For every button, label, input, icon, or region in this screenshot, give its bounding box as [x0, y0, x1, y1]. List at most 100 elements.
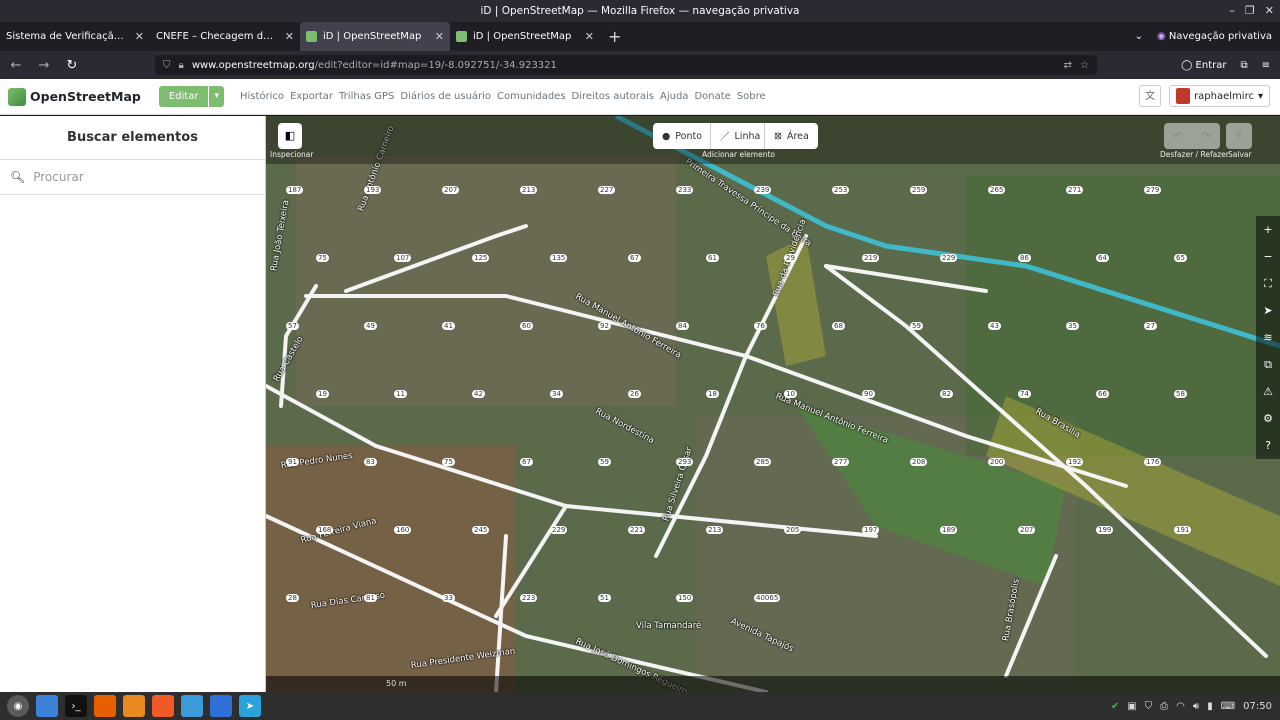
- signin-button[interactable]: ◯ Entrar: [1181, 60, 1226, 71]
- tab-list-chevron-icon[interactable]: ⌄: [1135, 31, 1143, 42]
- osm-nav-link[interactable]: Direitos autorais: [572, 91, 654, 102]
- osm-nav-link[interactable]: Ajuda: [660, 91, 688, 102]
- mint-menu-icon[interactable]: ◉: [7, 695, 29, 717]
- preferences-icon[interactable]: ⚙: [1256, 405, 1280, 432]
- tab-id-osm[interactable]: iD | OpenStreetMap ✕: [450, 22, 600, 51]
- house-number-label: 92: [598, 322, 611, 330]
- search-field[interactable]: 🔍︎ Procurar: [0, 159, 266, 195]
- osm-nav-link[interactable]: Comunidades: [497, 91, 565, 102]
- brave-icon[interactable]: [152, 695, 174, 717]
- minimize-icon[interactable]: –: [1229, 0, 1235, 22]
- folder-icon[interactable]: [181, 695, 203, 717]
- house-number-label: 223: [520, 594, 538, 602]
- shield-icon[interactable]: ⛉: [163, 60, 171, 71]
- new-tab-icon[interactable]: +: [608, 27, 621, 46]
- osm-nav-link[interactable]: Exportar: [290, 91, 333, 102]
- private-mask-icon: ◉: [1156, 31, 1166, 42]
- close-tab-icon[interactable]: ✕: [285, 30, 294, 43]
- back-icon[interactable]: ←: [4, 58, 28, 73]
- close-tab-icon[interactable]: ✕: [435, 30, 444, 43]
- house-number-label: 150: [676, 594, 694, 602]
- edit-dropdown-chevron-icon[interactable]: ▾: [208, 86, 224, 107]
- osm-logo[interactable]: OpenStreetMap: [8, 87, 141, 106]
- house-number-label: 265: [988, 186, 1006, 194]
- house-number-label: 84: [676, 322, 689, 330]
- line-icon: ／: [720, 132, 730, 143]
- inspect-toggle-button[interactable]: ◧: [278, 123, 302, 149]
- wifi-icon[interactable]: ◠: [1176, 701, 1185, 712]
- volume-icon[interactable]: 🔊︎: [1193, 701, 1199, 712]
- update-check-icon[interactable]: ✔: [1111, 701, 1119, 712]
- printer-icon[interactable]: ⎙: [1160, 701, 1168, 712]
- zoom-out-icon[interactable]: −: [1256, 243, 1280, 270]
- street-label: Vila Tamandaré: [636, 621, 702, 631]
- battery-icon[interactable]: ▮: [1207, 701, 1213, 712]
- document-icon[interactable]: [210, 695, 232, 717]
- clipboard-icon[interactable]: ▣: [1127, 701, 1136, 712]
- inspect-label: Inspecionar: [270, 150, 314, 159]
- add-line-button[interactable]: ／ Linha: [710, 123, 770, 149]
- translate-icon[interactable]: ⇄: [1064, 60, 1072, 71]
- save-icon: ⇪: [1234, 129, 1244, 142]
- clock[interactable]: 07:50: [1243, 701, 1272, 712]
- reload-icon[interactable]: ↻: [60, 58, 84, 73]
- background-layers-icon[interactable]: ≋: [1256, 324, 1280, 351]
- tab-id-osm-active[interactable]: iD | OpenStreetMap ✕: [300, 22, 450, 51]
- osm-nav-link[interactable]: Histórico: [240, 91, 284, 102]
- house-number-label: 61: [706, 254, 719, 262]
- tab-cnefe-checagem[interactable]: CNEFE – Checagem de Logradouros ✕: [150, 22, 300, 51]
- house-number-label: 57: [286, 322, 299, 330]
- shield-tray-icon[interactable]: ⛉: [1145, 701, 1153, 712]
- house-number-label: 135: [550, 254, 568, 262]
- undo-icon[interactable]: ↶: [1173, 129, 1183, 143]
- language-icon[interactable]: 文: [1139, 85, 1162, 107]
- save-button[interactable]: ⇪: [1226, 123, 1252, 149]
- osm-nav-link[interactable]: Sobre: [737, 91, 766, 102]
- telegram-icon[interactable]: ➤: [239, 695, 261, 717]
- search-input[interactable]: Procurar: [33, 170, 83, 184]
- close-tab-icon[interactable]: ✕: [135, 30, 144, 43]
- house-number-label: 76: [754, 322, 767, 330]
- bookmark-star-icon[interactable]: ☆: [1080, 60, 1089, 71]
- fullscreen-icon[interactable]: ⛶: [1256, 270, 1280, 297]
- menu-icon[interactable]: ≡: [1262, 60, 1270, 71]
- url-path: /edit?editor=id#map=19/-8.092751/-34.923…: [314, 59, 557, 71]
- extensions-icon[interactable]: ⧉: [1240, 60, 1247, 71]
- url-bar[interactable]: ⛉ 🔒︎ www.openstreetmap.org/edit?editor=i…: [155, 55, 1097, 75]
- forward-icon[interactable]: →: [32, 58, 56, 73]
- map-canvas[interactable]: Primeira Travessa Príncipe da Beira Rua M…: [266, 116, 1280, 692]
- osm-nav-link[interactable]: Trilhas GPS: [339, 91, 394, 102]
- house-number-label: 91: [286, 458, 299, 466]
- scale-bar: 50 m: [386, 679, 407, 688]
- geolocate-icon[interactable]: ➤: [1256, 297, 1280, 324]
- lock-icon: 🔒︎: [178, 59, 184, 71]
- tab-label: CNEFE – Checagem de Logradouros: [156, 31, 279, 42]
- redo-icon[interactable]: ↷: [1201, 129, 1211, 143]
- close-icon[interactable]: ✕: [1265, 0, 1274, 22]
- house-number-label: 27: [1144, 322, 1157, 330]
- keyboard-icon[interactable]: ⌨: [1221, 701, 1235, 712]
- firefox-icon[interactable]: [94, 695, 116, 717]
- issues-icon[interactable]: ⚠: [1256, 378, 1280, 405]
- house-number-label: 253: [832, 186, 850, 194]
- add-area-button[interactable]: ⊠ Área: [764, 123, 818, 149]
- close-tab-icon[interactable]: ✕: [585, 30, 594, 43]
- house-number-label: 68: [832, 322, 845, 330]
- house-number-label: 259: [910, 186, 928, 194]
- user-menu[interactable]: raphaelmirc ▾: [1169, 85, 1270, 107]
- osm-nav-link[interactable]: Donate: [694, 91, 730, 102]
- edit-button[interactable]: Editar: [158, 86, 209, 107]
- zoom-in-icon[interactable]: +: [1256, 216, 1280, 243]
- tab-cnefe-verificacao[interactable]: Sistema de Verificação CNEFE ✕: [0, 22, 150, 51]
- undo-redo-group[interactable]: ↶ ↷: [1164, 123, 1220, 149]
- map-data-icon[interactable]: ⧉: [1256, 351, 1280, 378]
- maximize-icon[interactable]: ❐: [1245, 0, 1255, 22]
- terminal-icon[interactable]: ›_: [65, 695, 87, 717]
- add-point-button[interactable]: ● Ponto: [653, 123, 712, 149]
- help-icon[interactable]: ?: [1256, 432, 1280, 459]
- sidebar-title: Buscar elementos: [67, 130, 198, 145]
- osm-nav-link[interactable]: Diários de usuário: [400, 91, 491, 102]
- house-number-label: 197: [862, 526, 880, 534]
- file-manager-icon[interactable]: [36, 695, 58, 717]
- package-icon[interactable]: [123, 695, 145, 717]
